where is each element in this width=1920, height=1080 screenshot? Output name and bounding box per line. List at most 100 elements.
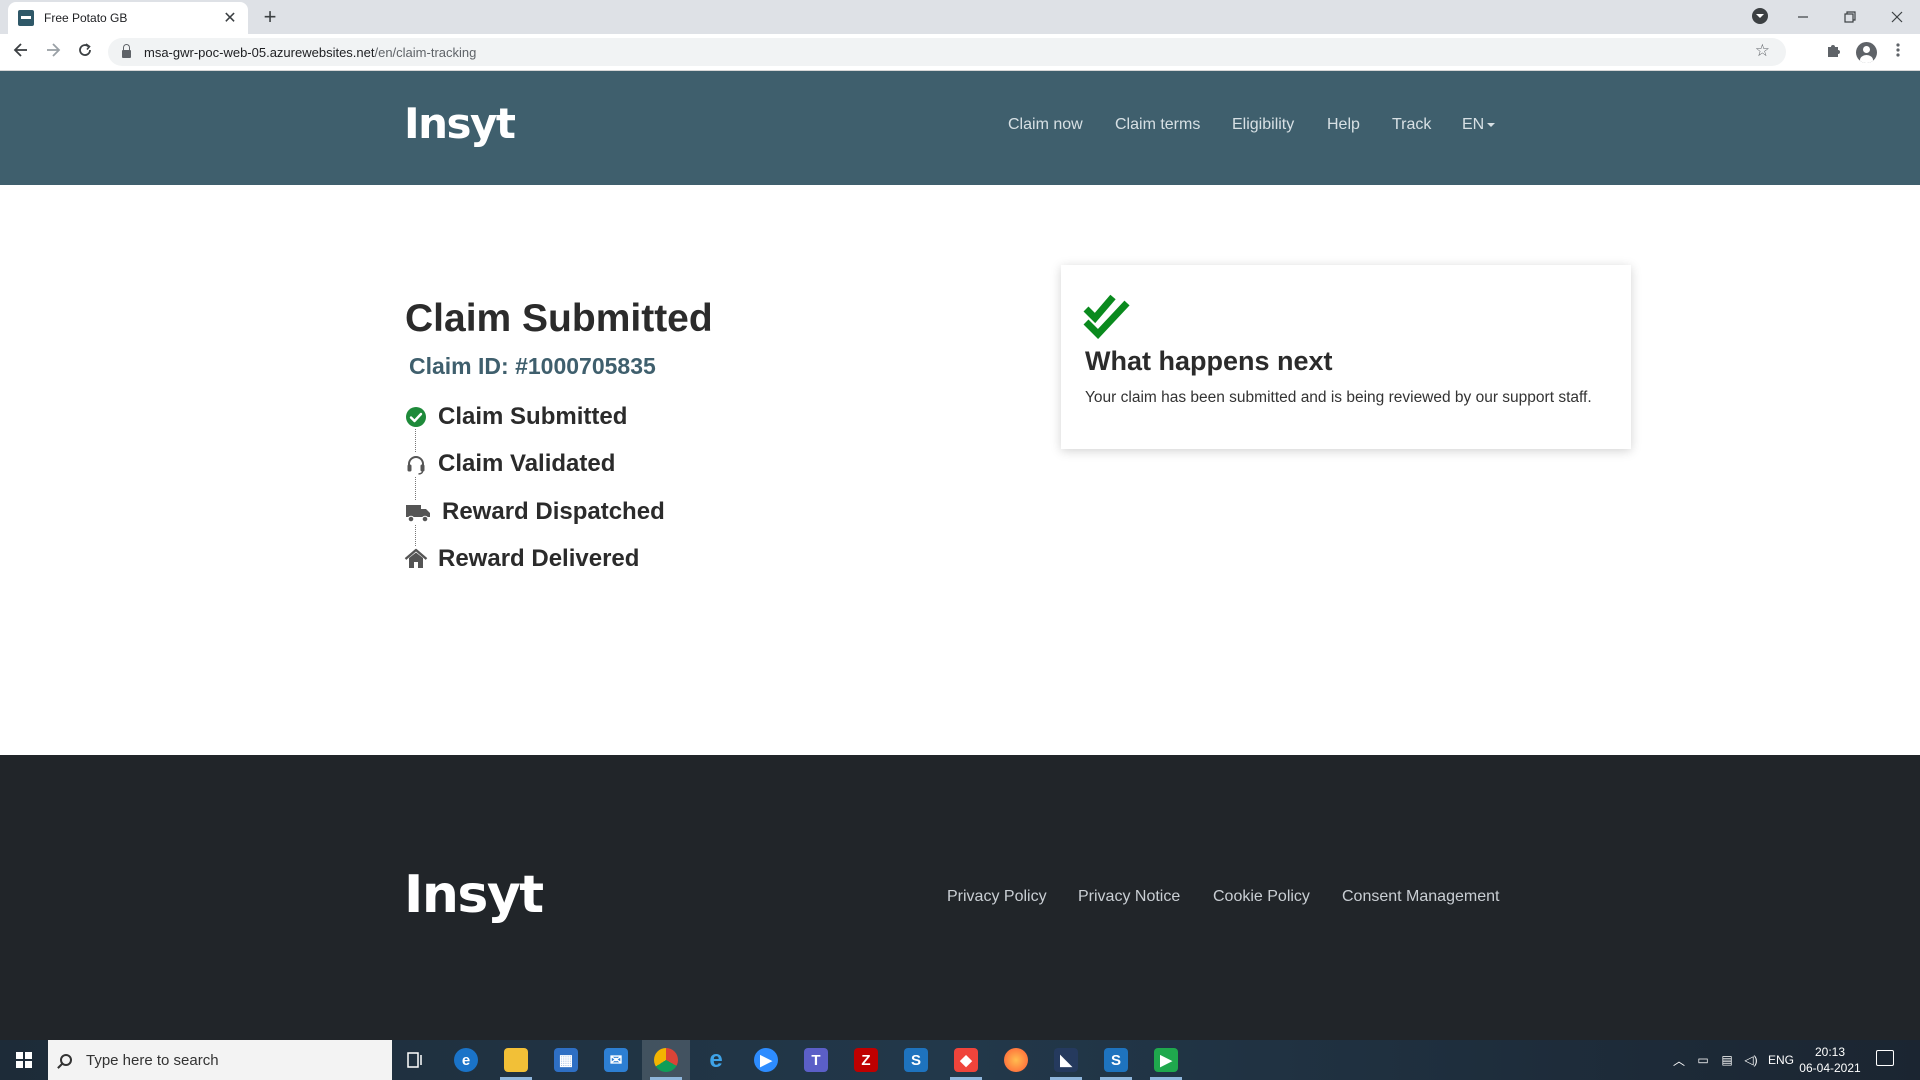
taskbar-search[interactable]: Type here to search [48,1040,392,1080]
nav-track[interactable]: Track [1392,116,1431,134]
lock-icon [122,44,131,58]
folder-icon [504,1048,528,1072]
tab-search-icon[interactable] [1752,8,1768,24]
taskbar-teams[interactable]: T [792,1040,840,1080]
player-icon: ▶ [1154,1048,1178,1072]
taskbar-mail[interactable]: ✉ [592,1040,640,1080]
site-footer: Insyt Privacy Policy Privacy Notice Cook… [0,755,1920,1040]
truck-icon [404,500,432,524]
address-bar[interactable]: msa-gwr-poc-web-05.azurewebsites.net/en/… [108,38,1786,66]
step-reward-dispatched: Reward Dispatched [404,498,665,526]
anydesk-icon: ◆ [954,1048,978,1072]
filezilla-icon: Z [854,1048,878,1072]
store-icon: ▦ [554,1048,578,1072]
restore-icon [1844,11,1856,23]
edge-icon: e [454,1048,478,1072]
chrome-icon [654,1048,678,1072]
profile-avatar-icon[interactable] [1856,42,1877,63]
system-tray: ︿ ▭ ▤ ◁) ENG [1667,1040,1799,1080]
step-label: Reward Delivered [438,545,640,572]
card-title: What happens next [1085,346,1333,376]
nav-help[interactable]: Help [1327,116,1360,134]
headset-icon [404,452,428,476]
caret-down-icon [1487,122,1496,127]
footer-link-privacy-notice[interactable]: Privacy Notice [1078,888,1180,906]
app-s-icon: S [1104,1048,1128,1072]
footer-link-privacy-policy[interactable]: Privacy Policy [947,888,1047,906]
language-label: EN [1462,116,1485,133]
taskbar-app-ssms[interactable]: ◣ [1042,1040,1090,1080]
step-label: Claim Submitted [438,403,628,430]
tab-title: Free Potato GB [44,11,128,25]
taskbar-zoom[interactable]: ▶ [742,1040,790,1080]
reload-button[interactable] [74,42,96,64]
bookmark-star-icon[interactable]: ☆ [1755,41,1770,61]
progress-connector [415,423,416,558]
close-window-button[interactable] [1874,0,1920,34]
taskbar-clock[interactable]: 20:13 06-04-2021 [1790,1044,1870,1076]
restore-button[interactable] [1827,0,1873,34]
site-favicon-icon [18,10,34,26]
browser-tabstrip: Free Potato GB ✕ + [0,0,1920,34]
footer-link-cookie-policy[interactable]: Cookie Policy [1213,888,1310,906]
page-title: Claim Submitted [405,297,713,340]
card-text: Your claim has been submitted and is bei… [1085,389,1592,406]
sql-tool-icon: ◣ [1054,1048,1078,1072]
device-icon[interactable]: ▭ [1691,1053,1715,1067]
zoom-icon: ▶ [754,1048,778,1072]
main-nav: Claim now Claim terms Eligibility Help T… [0,116,1920,140]
taskbar-file-explorer[interactable] [492,1040,540,1080]
next-steps-card: What happens next Your claim has been su… [1061,265,1631,449]
home-icon [404,547,428,571]
task-view-icon [407,1052,422,1068]
notification-center-icon[interactable] [1876,1050,1894,1066]
windows-logo-icon [16,1052,32,1068]
taskbar-anydesk[interactable]: ◆ [942,1040,990,1080]
footer-link-consent-management[interactable]: Consent Management [1342,888,1499,906]
network-icon[interactable]: ▤ [1715,1053,1739,1067]
double-check-icon [1083,289,1133,344]
browser-tab[interactable]: Free Potato GB ✕ [8,2,248,34]
start-button[interactable] [0,1040,48,1080]
site-header: Insyt Claim now Claim terms Eligibility … [0,71,1920,185]
clock-time: 20:13 [1814,1045,1846,1059]
claim-progress-steps: Claim Submitted Claim Validated Reward D… [404,403,804,583]
reload-icon [79,43,91,56]
forward-button[interactable] [42,42,64,64]
menu-kebab-icon[interactable] [1888,42,1908,62]
new-tab-button[interactable]: + [258,6,282,30]
search-icon [60,1054,72,1066]
volume-icon[interactable]: ◁) [1739,1053,1763,1067]
taskbar-app-s2[interactable]: S [1092,1040,1140,1080]
taskbar-ie[interactable]: e [692,1040,740,1080]
taskbar-search-placeholder: Type here to search [86,1051,219,1069]
minimize-icon [1798,16,1808,18]
nav-claim-now[interactable]: Claim now [1008,116,1083,134]
taskbar-app-player[interactable]: ▶ [1142,1040,1190,1080]
taskbar-filezilla[interactable]: Z [842,1040,890,1080]
show-hidden-icons-chevron-icon[interactable]: ︿ [1667,1052,1691,1069]
arrow-right-icon [47,43,61,57]
taskbar-app-s1[interactable]: S [892,1040,940,1080]
minimize-button[interactable] [1780,0,1826,34]
taskbar-edge[interactable]: e [442,1040,490,1080]
tab-close-icon[interactable]: ✕ [222,8,238,28]
url-text: msa-gwr-poc-web-05.azurewebsites.net/en/… [144,44,477,60]
step-claim-submitted: Claim Submitted [404,403,627,431]
app-s-icon: S [904,1048,928,1072]
claim-id: Claim ID: #1000705835 [409,353,656,379]
taskbar-firefox[interactable] [992,1040,1040,1080]
nav-claim-terms[interactable]: Claim terms [1115,116,1200,134]
taskbar-store[interactable]: ▦ [542,1040,590,1080]
taskbar-chrome[interactable] [642,1040,690,1080]
internet-explorer-icon: e [709,1046,723,1073]
back-button[interactable] [10,42,32,64]
main-content: Claim Submitted Claim ID: #1000705835 Cl… [0,185,1920,755]
language-dropdown[interactable]: EN [1462,116,1496,134]
nav-eligibility[interactable]: Eligibility [1232,116,1294,134]
footer-logo[interactable]: Insyt [404,865,544,925]
step-label: Reward Dispatched [442,498,665,525]
task-view-button[interactable] [392,1040,440,1080]
extensions-icon[interactable] [1823,42,1843,62]
close-icon [1891,11,1903,23]
